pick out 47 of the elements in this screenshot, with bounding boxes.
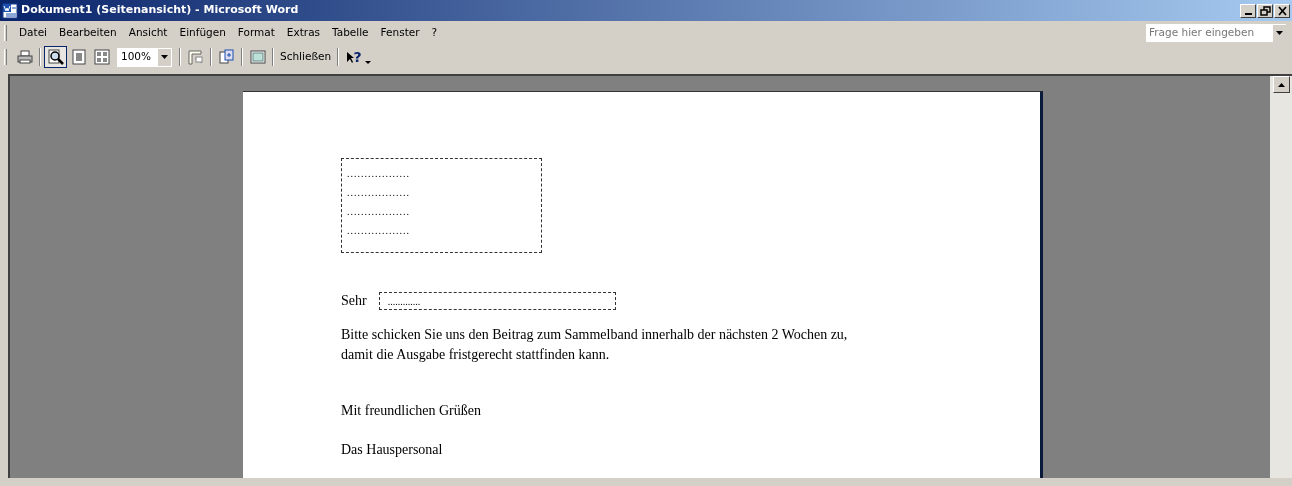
closing-text: Mit freundlichen Grüßen — [341, 402, 482, 420]
dropdown-arrow-icon — [161, 55, 168, 59]
word-document-icon — [2, 2, 18, 19]
multiple-pages-icon — [93, 49, 110, 65]
overflow-chevron-icon — [365, 60, 372, 64]
magnifier-icon — [47, 49, 64, 65]
signature-text: Das Hauspersonal — [341, 441, 444, 459]
menu-item[interactable]: Bearbeiten — [53, 23, 123, 43]
dotted-line: .................. — [347, 167, 411, 181]
dotted-line: .................. — [347, 224, 411, 238]
minimize-icon — [1244, 12, 1252, 15]
up-arrow-icon — [1277, 82, 1285, 87]
close-icon — [1275, 4, 1289, 17]
body-text-line: damit die Ausgabe fristgerecht stattfinden kann. — [341, 346, 611, 364]
vertical-scrollbar[interactable] — [1270, 76, 1292, 478]
dropdown-arrow-icon — [1276, 31, 1283, 35]
magnifier-button[interactable] — [44, 46, 67, 68]
close-preview-button[interactable]: Schließen — [277, 46, 335, 68]
help-search-field[interactable]: Frage hier eingeben — [1146, 24, 1286, 42]
scroll-up-button[interactable] — [1272, 76, 1290, 93]
menu-item[interactable]: Datei — [13, 23, 53, 43]
shrink-pages-icon — [218, 49, 235, 65]
menu-item[interactable]: Fenster — [374, 23, 426, 43]
minimize-button[interactable] — [1240, 3, 1256, 18]
restore-icon — [1258, 4, 1272, 17]
zoom-combo-box[interactable]: 100% — [117, 47, 172, 67]
window-title: Dokument1 (Seitenansicht) - Microsoft Word — [21, 2, 299, 19]
ruler-icon — [187, 49, 204, 65]
address-field[interactable]: .................. .................. .................. .................. — [341, 158, 542, 253]
salutation-label: Sehr — [341, 292, 367, 310]
menu-item[interactable]: Ansicht — [122, 23, 174, 43]
dotted-line: .................. — [347, 186, 411, 200]
help-pointer-button[interactable]: ? — [342, 46, 366, 68]
full-screen-icon — [249, 49, 266, 65]
printer-icon — [16, 49, 33, 65]
body-text-line: Bitte schicken Sie uns den Beitrag zum Sammelband innerhalb der nächsten 2 Wochen zu, — [341, 326, 849, 344]
close-button[interactable] — [1274, 3, 1290, 18]
single-page-icon — [70, 49, 87, 65]
menu-item[interactable]: ? — [425, 23, 444, 43]
menu-item[interactable]: Extras — [280, 23, 327, 43]
name-field[interactable]: ............. — [378, 291, 616, 310]
dotted-line: .................. — [347, 205, 411, 219]
menu-item[interactable]: Format — [231, 23, 281, 43]
pointer-icon — [345, 51, 354, 63]
menu-item[interactable]: Tabelle — [326, 23, 375, 43]
menu-item[interactable]: Einfügen — [173, 23, 232, 43]
restore-button[interactable] — [1257, 3, 1273, 18]
